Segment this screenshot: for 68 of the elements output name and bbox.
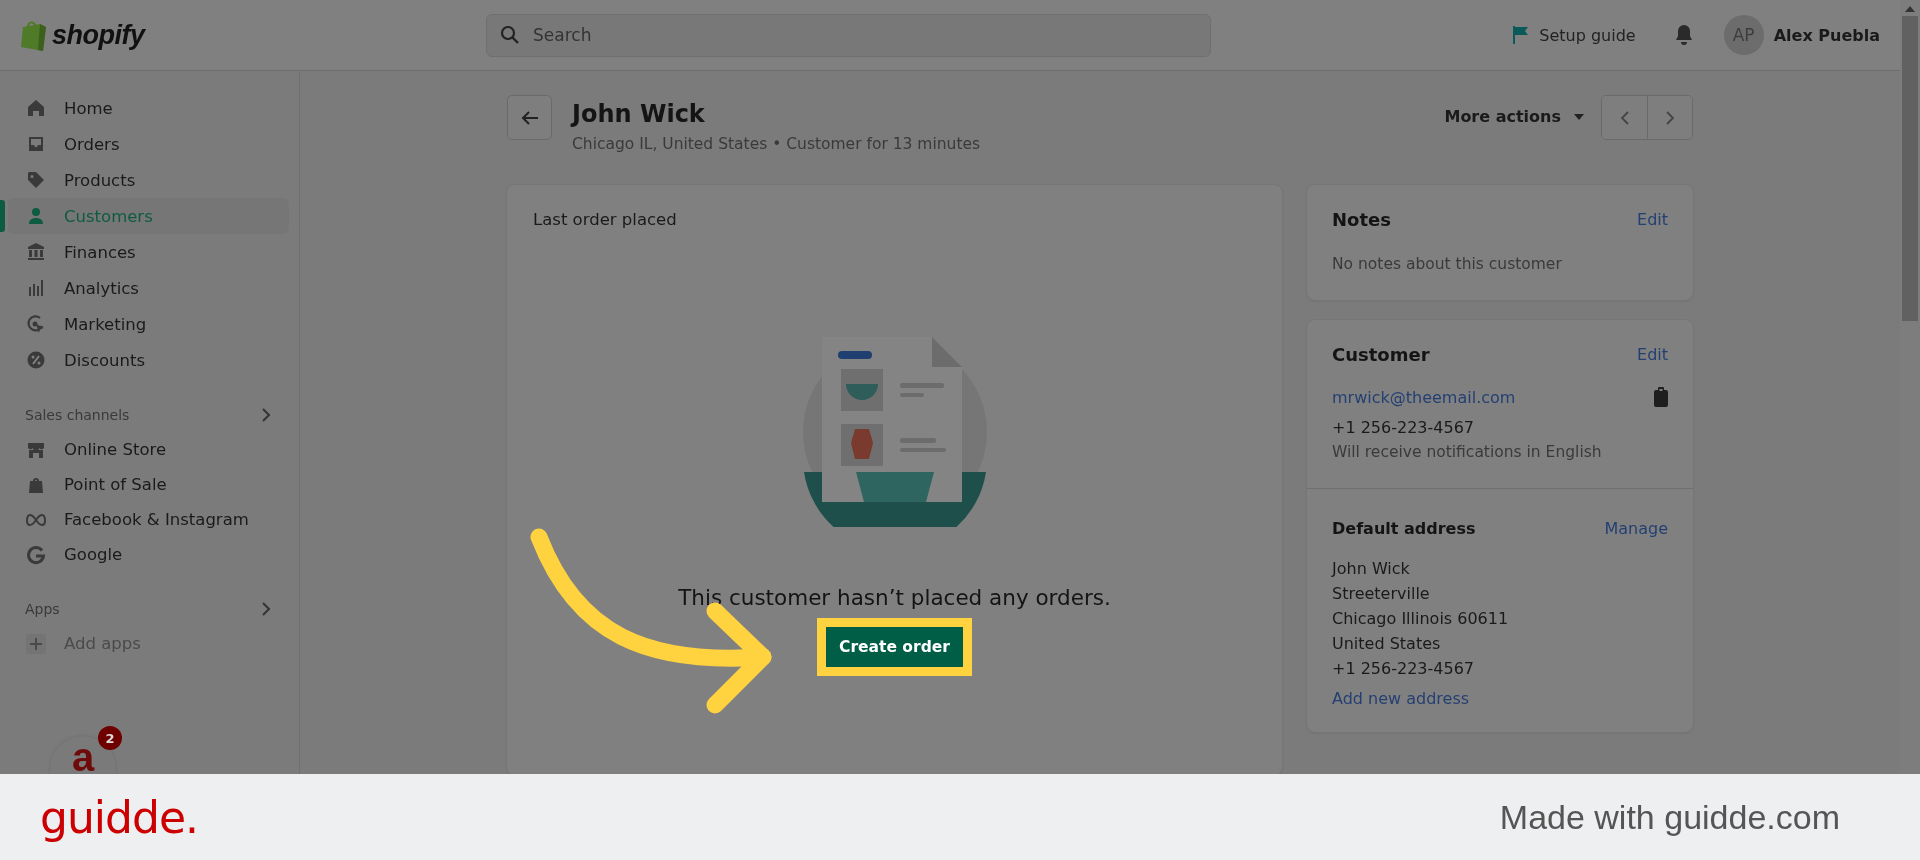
bar-chart-icon — [26, 278, 46, 298]
chevron-left-icon — [1619, 109, 1630, 126]
person-icon — [26, 206, 46, 226]
page-title: John Wick — [572, 99, 706, 129]
notification-language: Will receive notifications in English — [1332, 442, 1603, 463]
chevron-right-icon — [261, 601, 271, 617]
target-icon — [26, 314, 46, 334]
address-line: John Wick — [1332, 558, 1411, 580]
scrollbar-thumb[interactable] — [1902, 16, 1918, 321]
clipboard-icon — [1654, 387, 1668, 407]
bank-icon — [26, 242, 46, 262]
section-heading: Apps — [25, 601, 60, 617]
setup-guide-button[interactable]: Setup guide — [1511, 25, 1636, 45]
credit-text: Made with guidde.com — [1499, 797, 1840, 837]
arrow-up-icon — [1905, 6, 1915, 12]
home-icon — [26, 98, 46, 118]
card-title: Last order placed — [533, 210, 677, 229]
shopify-logo: shopify — [52, 19, 145, 51]
bell-icon[interactable] — [1673, 24, 1694, 46]
inbox-icon — [26, 134, 46, 154]
tag-icon — [26, 170, 46, 190]
section-title: Default address — [1332, 519, 1476, 538]
create-order-button[interactable]: Create order — [826, 627, 963, 667]
arrow-left-icon — [520, 109, 539, 126]
search-field[interactable]: Search — [486, 13, 1211, 57]
nav-item[interactable]: Google — [8, 537, 289, 572]
g-icon — [26, 544, 46, 565]
caret-down-icon — [1573, 112, 1585, 121]
flag-icon — [1511, 25, 1530, 45]
chevron-right-icon — [261, 407, 271, 423]
chevron-right-icon — [1665, 109, 1675, 126]
card-title: Customer — [1332, 344, 1430, 365]
phone-number: +1 256-223-4567 — [1332, 417, 1475, 439]
notes-text: No notes about this customer — [1332, 254, 1563, 275]
address-line: Streeterville — [1332, 583, 1431, 605]
user-name[interactable]: Alex Puebla — [1773, 25, 1880, 45]
section-heading: Sales channels — [25, 407, 130, 423]
nav-item[interactable]: Discounts — [8, 342, 289, 378]
address-line: +1 256-223-4567 — [1332, 658, 1475, 680]
page-subtitle: Chicago IL, United States • Customer for 13 minutes — [572, 135, 981, 153]
plus-icon — [29, 636, 43, 651]
search-icon — [500, 24, 520, 45]
manage-link[interactable]: Manage — [1604, 519, 1668, 538]
notification-badge: 2 — [98, 726, 122, 750]
shopping-bag-icon — [20, 19, 48, 51]
address-line: United States — [1332, 633, 1442, 655]
nav-item[interactable]: Orders — [8, 126, 289, 162]
nav-item[interactable]: Products — [8, 162, 289, 198]
edit-link[interactable]: Edit — [1637, 210, 1668, 229]
nav-item[interactable]: Finances — [8, 234, 289, 270]
edit-link[interactable]: Edit — [1637, 345, 1668, 364]
email-link[interactable]: mrwick@theemail.com — [1332, 387, 1516, 407]
nav-item[interactable]: Marketing — [8, 306, 289, 342]
percent-badge-icon — [26, 350, 46, 370]
guidde-logo: guidde. — [40, 791, 198, 843]
nav-item[interactable]: Analytics — [8, 270, 289, 306]
card-title: Notes — [1332, 209, 1391, 230]
nav-item[interactable]: Online Store — [8, 432, 289, 467]
selection-indicator — [0, 200, 5, 232]
more-actions-button[interactable]: More actions — [1444, 103, 1585, 130]
launcher-logo: a — [71, 740, 95, 774]
address-line: Chicago Illinois 60611 — [1332, 608, 1510, 630]
nav-item[interactable]: Point of Sale — [8, 467, 289, 502]
nav-item[interactable]: Facebook & Instagram — [8, 502, 289, 537]
next-button[interactable] — [1647, 96, 1692, 139]
add-address-link[interactable]: Add new address — [1332, 689, 1470, 708]
back-button[interactable] — [507, 95, 552, 140]
nav-item[interactable]: Home — [8, 90, 289, 126]
